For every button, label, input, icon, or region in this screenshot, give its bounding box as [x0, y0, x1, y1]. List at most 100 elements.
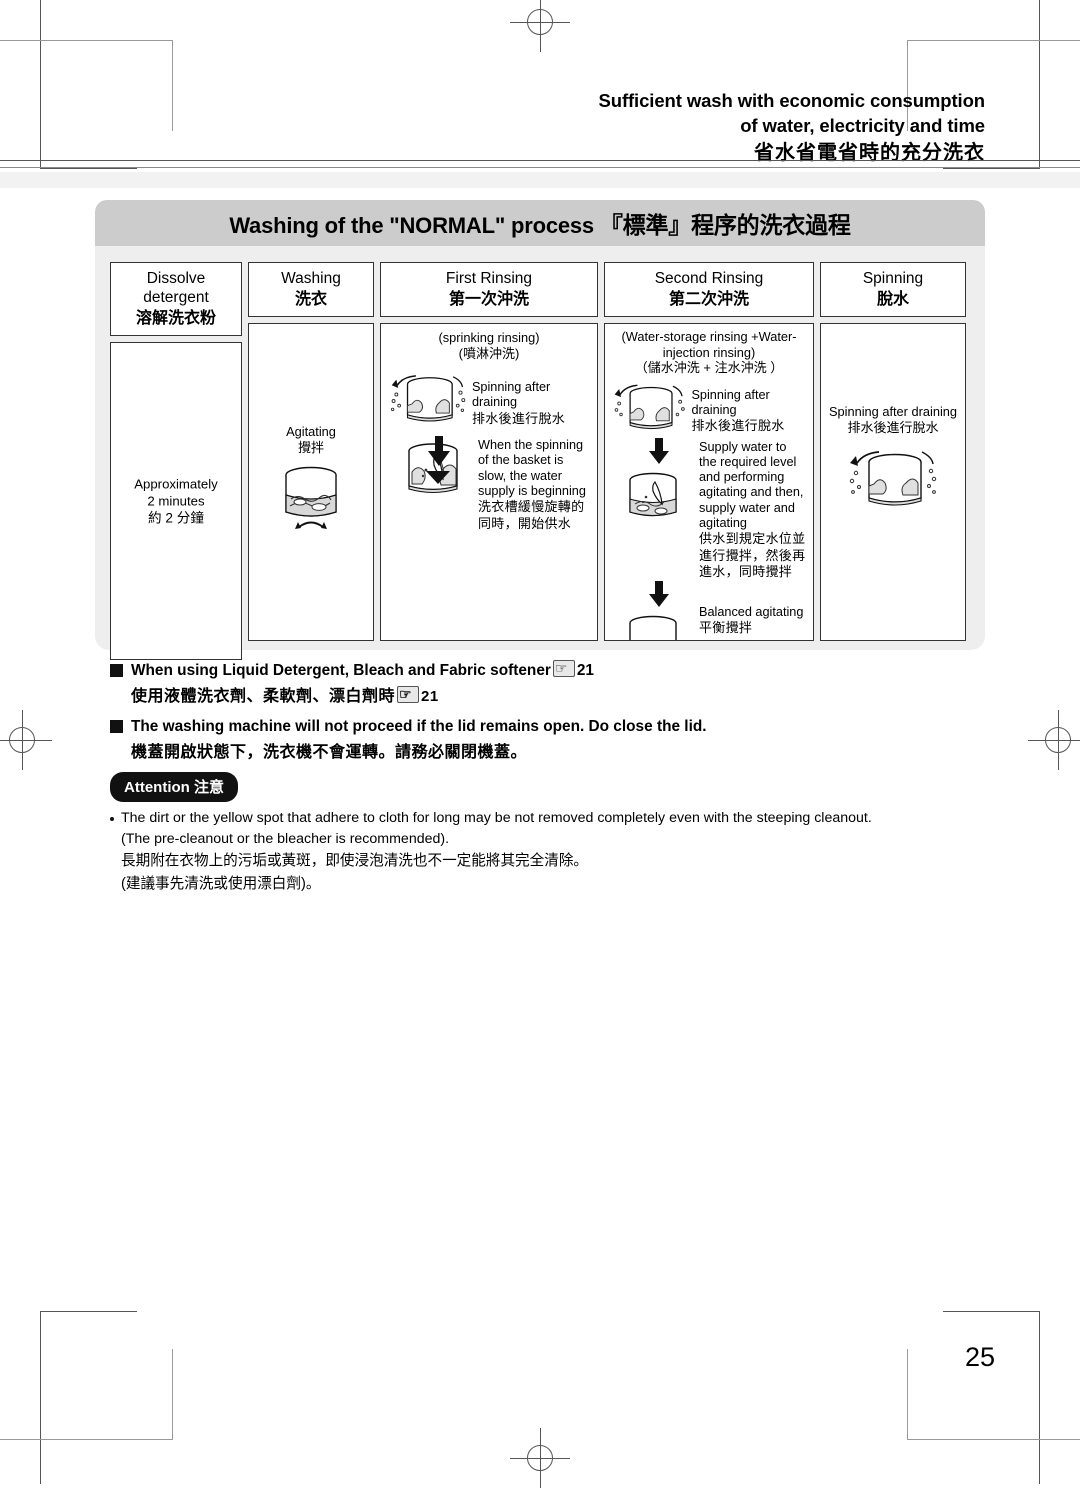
- drum-balanced-agitating-icon: [629, 615, 677, 640]
- drum-spinning-draining-icon: [849, 451, 937, 506]
- pointing-hand-icon[interactable]: [552, 657, 575, 679]
- first-rinsing-step-1-zh: 排水後進行脫水: [471, 410, 566, 426]
- column-body: Agitating 攪拌: [248, 323, 374, 641]
- bullet-square-icon: [110, 720, 123, 733]
- page-header: Sufficient wash with economic consumptio…: [465, 88, 986, 166]
- second-rinsing-step-3-en: Balanced agitating: [699, 604, 804, 619]
- second-rinsing-step-2-zh: 供水到規定水位並進行攪拌，然後再進水，同時攪拌: [699, 531, 806, 580]
- column-header: Second Rinsing 第二次沖洗: [604, 262, 814, 317]
- flow-arrow-down-icon: [647, 580, 695, 612]
- second-rinsing-step-1-text: Spinning after draining 排水後進行脫水: [691, 380, 807, 435]
- column-header-zh: 溶解洗衣粉: [135, 308, 216, 327]
- section-title-zh: 『標準』程序的洗衣過程: [599, 212, 851, 239]
- column-header: Washing 洗衣: [248, 262, 374, 317]
- note-page-ref[interactable]: 21: [577, 662, 594, 679]
- duration-zh: 約 2 分鐘: [148, 510, 204, 526]
- page-content: Sufficient wash with economic consumptio…: [0, 0, 1080, 1480]
- column-header-zh: 第二次沖洗: [668, 289, 749, 308]
- column-header-en: Spinning: [862, 270, 924, 287]
- second-rinsing-step-3-zh: 平衡攪拌: [699, 619, 753, 635]
- column-header-zh: 脫水: [876, 289, 909, 308]
- note-text-zh: 使用液體洗衣劑、柔軟劑、漂白劑時: [131, 686, 396, 705]
- spinning-caption-en: Spinning after draining: [828, 404, 958, 419]
- column-header-zh: 第一次沖洗: [448, 289, 529, 308]
- first-rinsing-caption: (sprinking rinsing) (噴淋沖洗): [388, 330, 590, 362]
- process-panel: Washing of the "NORMAL" process 『標準』程序的洗…: [95, 200, 985, 660]
- attention-line-1: The dirt or the yellow spot that adhere …: [121, 810, 872, 826]
- column-header-zh: 洗衣: [294, 289, 327, 308]
- note-text-zh: 機蓋開啟狀態下，洗衣機不會運轉。請務必關閉機蓋。: [131, 742, 528, 761]
- drum-spinning-draining-icon: [390, 375, 466, 422]
- agitating-caption-zh: 攪拌: [297, 439, 324, 455]
- attention-label-en: Attention: [124, 779, 194, 796]
- column-body: Spinning after draining 排水後進行脫水: [820, 323, 966, 641]
- second-rinsing-caption-en-2: injection rinsing): [662, 344, 756, 360]
- first-rinsing-step-1-en: Spinning after draining: [471, 380, 551, 410]
- second-rinsing-step-1-en: Spinning after draining: [691, 387, 770, 417]
- attention-label-zh: 注意: [193, 778, 224, 796]
- first-rinsing-caption-en: (sprinking rinsing): [438, 330, 540, 345]
- attention-line-3: 長期附在衣物上的污垢或黃斑，即使浸泡清洗也不一定能將其完全清除。: [121, 853, 589, 869]
- duration-en-2: 2 minutes: [147, 493, 205, 509]
- drum-spinning-draining-icon: [614, 384, 685, 429]
- header-gray-band: [0, 172, 1080, 188]
- column-body: Approximately 2 minutes 約 2 分鐘: [110, 342, 242, 660]
- column-header-en: First Rinsing: [445, 270, 533, 287]
- process-table: Dissolve detergent 溶解洗衣粉 Approximately 2…: [110, 262, 966, 660]
- column-header-en: Second Rinsing: [654, 270, 764, 287]
- attention-item: The dirt or the yellow spot that adhere …: [110, 808, 1010, 896]
- note-text: When using Liquid Detergent, Bleach and …: [131, 657, 594, 682]
- drum-water-supply-icon: [629, 472, 677, 516]
- header-line-1: Sufficient wash with economic consumptio…: [598, 90, 986, 111]
- column-body: (Water-storage rinsing +Water- injection…: [604, 323, 814, 641]
- agitating-caption-en: Agitating: [286, 424, 336, 439]
- first-rinsing-step-2-zh: 洗衣槽緩慢旋轉的同時，開始供水: [478, 499, 585, 531]
- note-page-ref-zh[interactable]: 21: [421, 688, 439, 705]
- first-rinsing-step-2-text: When the spinning of the basket is slow,…: [478, 434, 590, 532]
- attention-badge: Attention 注意: [110, 772, 238, 802]
- column-header: Dissolve detergent 溶解洗衣粉: [110, 262, 242, 336]
- attention-badge-wrap: Attention 注意: [110, 772, 238, 802]
- second-rinsing-caption-zh: （儲水沖洗 + 注水沖洗 ）: [634, 360, 784, 375]
- note-text-en: When using Liquid Detergent, Bleach and …: [131, 662, 551, 679]
- process-column-spinning: Spinning 脫水 Spinning after draining 排水後進…: [820, 262, 966, 641]
- column-header: First Rinsing 第一次沖洗: [380, 262, 598, 317]
- section-banner: Washing of the "NORMAL" process 『標準』程序的洗…: [95, 200, 985, 246]
- bullet-dot-icon: [110, 817, 114, 821]
- column-header-en: Dissolve detergent: [143, 270, 209, 306]
- duration-note: Approximately 2 minutes 約 2 分鐘: [111, 476, 241, 527]
- section-title: Washing of the "NORMAL" process 『標準』程序的洗…: [229, 206, 851, 240]
- process-column-first-rinsing: First Rinsing 第一次沖洗 (sprinking rinsing) …: [380, 262, 598, 641]
- first-rinsing-step-2-en: When the spinning of the basket is slow,…: [478, 438, 586, 498]
- flow-arrow-down-icon: [647, 437, 695, 469]
- spinning-caption-zh: 排水後進行脫水: [847, 419, 939, 435]
- header-rule-lower: [0, 167, 1080, 168]
- note-item: The washing machine will not proceed if …: [110, 716, 990, 738]
- second-rinsing-caption-en-1: (Water-storage rinsing +Water-: [621, 329, 797, 344]
- spinning-caption: Spinning after draining 排水後進行脫水: [821, 404, 965, 436]
- header-line-2: of water, electricity and time: [740, 115, 985, 136]
- note-item: When using Liquid Detergent, Bleach and …: [110, 657, 990, 682]
- second-rinsing-step-2-text: Supply water to the required level and p…: [699, 438, 807, 581]
- page-number: 25: [964, 1342, 995, 1372]
- agitating-caption: Agitating 攪拌: [249, 424, 373, 456]
- column-header: Spinning 脫水: [820, 262, 966, 317]
- column-body: (sprinking rinsing) (噴淋沖洗) Spinning afte…: [380, 323, 598, 641]
- section-title-en: Washing of the "NORMAL" process: [229, 213, 600, 238]
- bullet-square-icon: [110, 664, 123, 677]
- notes-list: When using Liquid Detergent, Bleach and …: [110, 657, 990, 771]
- header-line-zh: 省水省電省時的充分洗衣: [754, 140, 985, 164]
- first-rinsing-caption-zh: (噴淋沖洗): [458, 345, 520, 361]
- column-header-en: Washing: [281, 270, 341, 287]
- first-rinsing-step-1-text: Spinning after draining 排水後進行脫水: [472, 370, 590, 427]
- note-text-zh-row: 使用液體洗衣劑、柔軟劑、漂白劑時 21: [131, 683, 990, 709]
- attention-line-4: (建議事先清洗或使用漂白劑)。: [121, 876, 321, 892]
- second-rinsing-step-1-zh: 排水後進行脫水: [691, 418, 785, 434]
- process-column-washing: Washing 洗衣 Agitating 攪拌: [248, 262, 374, 641]
- pointing-hand-icon[interactable]: [397, 683, 420, 707]
- drum-agitating-icon: [285, 466, 337, 529]
- attention-line-2: (The pre-cleanout or the bleacher is rec…: [121, 831, 450, 847]
- second-rinsing-step-3-text: Balanced agitating 平衡攪拌: [699, 581, 803, 637]
- attention-body: The dirt or the yellow spot that adhere …: [110, 808, 1010, 896]
- process-column-dissolve-detergent: Dissolve detergent 溶解洗衣粉 Approximately 2…: [110, 262, 242, 660]
